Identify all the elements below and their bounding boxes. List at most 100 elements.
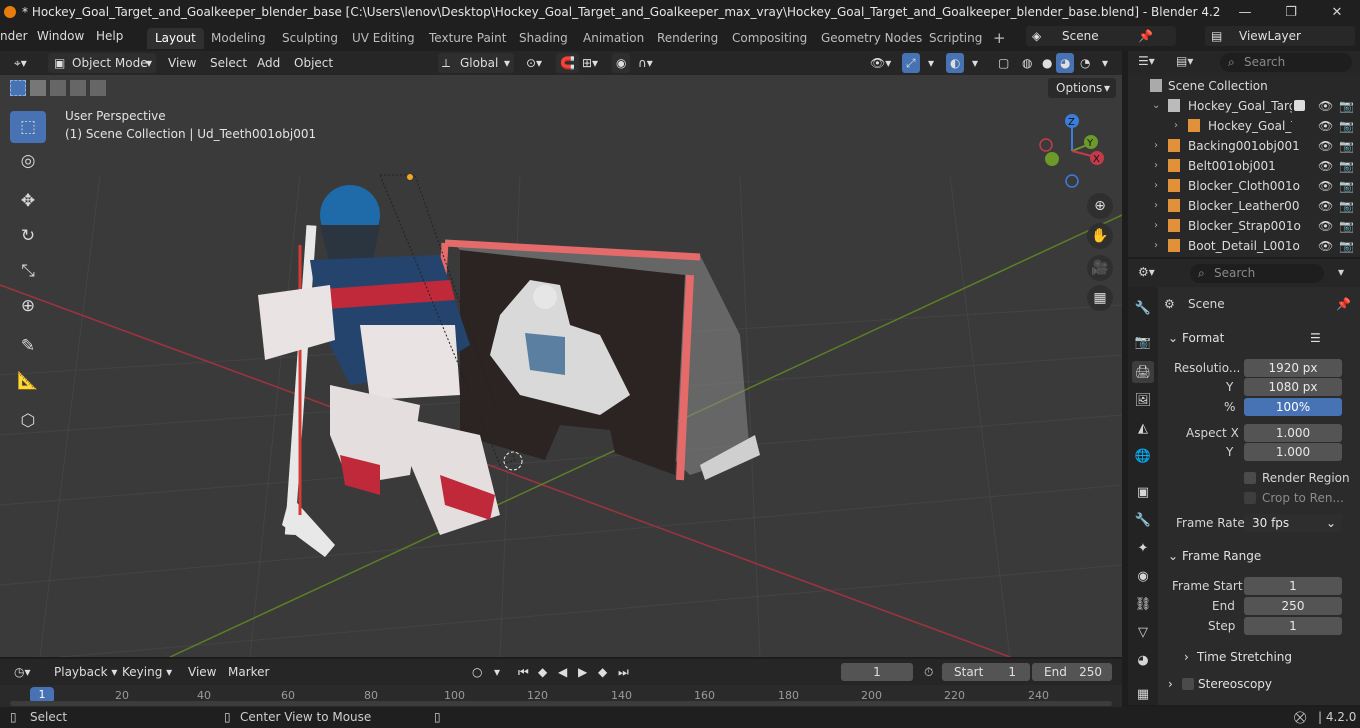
camera-icon[interactable]: 📷	[1339, 196, 1354, 216]
select-subtract-icon[interactable]	[50, 80, 66, 96]
visibility-icon[interactable]: 👁▾	[866, 53, 895, 73]
tab-modeling[interactable]: Modeling	[203, 28, 274, 49]
falloff-icon[interactable]: ∩▾	[634, 53, 657, 73]
chevron-right-icon[interactable]: ›	[1174, 116, 1178, 136]
outliner-row[interactable]: ⌄ Hockey_Goal_Targe 👁📷	[1128, 96, 1360, 116]
outliner-search[interactable]: ⌕ Search	[1220, 53, 1352, 72]
gizmo-dropdown-icon[interactable]: ▾	[924, 53, 938, 73]
record-icon[interactable]: ○	[468, 662, 486, 682]
xray-icon[interactable]: ▢	[994, 53, 1013, 73]
tab-animation[interactable]: Animation	[575, 28, 652, 49]
camera-icon[interactable]: 📷	[1339, 96, 1354, 116]
select-intersect-icon[interactable]	[90, 80, 106, 96]
ortho-toggle-button[interactable]: ▦	[1087, 285, 1113, 311]
tab-sculpting[interactable]: Sculpting	[274, 28, 346, 49]
eye-icon[interactable]: 👁	[1318, 236, 1333, 256]
current-frame-field[interactable]: 1	[841, 663, 913, 681]
mode-dropdown[interactable]: ▣ Object Mode ▾	[48, 53, 156, 73]
tab-uv-editing[interactable]: UV Editing	[344, 28, 423, 49]
pin-icon[interactable]: 📌	[1336, 297, 1351, 311]
eye-icon[interactable]: 👁	[1318, 216, 1333, 236]
pivot-icon[interactable]: ⊙▾	[522, 53, 546, 73]
camera-icon[interactable]: 📷	[1339, 216, 1354, 236]
proportional-edit-icon[interactable]: ◉	[612, 53, 631, 73]
render-region-checkbox[interactable]	[1244, 472, 1256, 484]
render-tab-icon[interactable]: 📷	[1132, 331, 1154, 353]
resolution-y-field[interactable]: 1080 px	[1244, 378, 1342, 396]
physics-tab-icon[interactable]: ◉	[1132, 565, 1154, 587]
close-button[interactable]: ✕	[1314, 0, 1360, 24]
object-menu[interactable]: Object	[290, 53, 337, 73]
chevron-right-icon[interactable]: ›	[1154, 176, 1158, 196]
playback-menu[interactable]: Playback ▾	[50, 662, 121, 682]
navigation-gizmo[interactable]: Z Y X	[1036, 111, 1116, 191]
menu-help[interactable]: Help	[96, 29, 123, 43]
camera-icon[interactable]: 📷	[1339, 116, 1354, 136]
end-frame-field[interactable]: End 250	[1032, 663, 1112, 681]
wireframe-shading-icon[interactable]: ◍	[1018, 53, 1036, 73]
display-mode-icon[interactable]: ▤▾	[1176, 54, 1193, 68]
view-menu[interactable]: View	[164, 53, 200, 73]
camera-icon[interactable]: 📷	[1339, 156, 1354, 176]
time-stretching-panel-header[interactable]: › Time Stretching	[1162, 645, 1352, 669]
play-icon[interactable]: ▶	[574, 662, 591, 682]
outliner-row[interactable]: › Boot_Detail_L001o 👁 📷	[1128, 236, 1360, 256]
world-tab-icon[interactable]: 🌐	[1132, 445, 1154, 467]
snap-target-icon[interactable]: ⊞▾	[578, 53, 602, 73]
cursor-tool[interactable]: ◎	[10, 145, 46, 177]
maximize-button[interactable]: ❐	[1268, 0, 1314, 24]
selection-mode-buttons[interactable]	[8, 80, 106, 98]
tab-rendering[interactable]: Rendering	[649, 28, 726, 49]
output-tab-icon[interactable]: 🖨	[1132, 361, 1154, 383]
keyframe-dropdown-icon[interactable]: ▾	[490, 662, 504, 682]
outliner-row[interactable]: › Blocker_Strap001o 👁 📷	[1128, 216, 1360, 236]
jump-start-icon[interactable]: ⏮	[514, 662, 533, 682]
add-workspace-button[interactable]: +	[985, 28, 1014, 49]
material-shading-icon[interactable]: ◕	[1056, 53, 1075, 73]
outliner-row[interactable]: › Backing001obj001 👁 📷	[1128, 136, 1360, 156]
minimize-button[interactable]: —	[1222, 0, 1268, 24]
chevron-right-icon[interactable]: ›	[1154, 136, 1158, 156]
measure-tool[interactable]: 📐	[10, 365, 46, 397]
constraints-tab-icon[interactable]: ⛓	[1132, 593, 1154, 615]
data-tab-icon[interactable]: ▽	[1132, 621, 1154, 643]
overlays-icon[interactable]: ◐	[946, 53, 965, 73]
scale-tool[interactable]: ⤡	[10, 255, 46, 287]
chevron-down-icon[interactable]: ▾	[1338, 265, 1344, 279]
move-tool[interactable]: ✥	[10, 185, 46, 217]
chevron-right-icon[interactable]: ›	[1154, 216, 1158, 236]
outliner-row[interactable]: › Blocker_Leather00 👁 📷	[1128, 196, 1360, 216]
3d-viewport[interactable]: ⬚ ◎ ✥ ↻ ⤡ ⊕ ✎ 📐 ⬡ User Perspective (1) S…	[0, 75, 1122, 657]
aspect-x-field[interactable]: 1.000	[1244, 424, 1342, 442]
tab-scripting[interactable]: Scripting	[921, 28, 990, 49]
texture-tab-icon[interactable]: ▦	[1132, 683, 1154, 705]
chevron-right-icon[interactable]: ›	[1154, 196, 1158, 216]
chevron-down-icon[interactable]: ⌄	[1152, 96, 1160, 116]
object-tab-icon[interactable]: ▣	[1132, 481, 1154, 503]
eye-icon[interactable]: 👁	[1318, 176, 1333, 196]
tab-compositing[interactable]: Compositing	[724, 28, 815, 49]
gizmo-toggle-icon[interactable]: ⤢	[902, 53, 920, 73]
annotate-tool[interactable]: ✎	[10, 330, 46, 362]
transform-tool[interactable]: ⊕	[10, 290, 46, 322]
timeline-view-menu[interactable]: View	[184, 662, 220, 682]
scene-selector[interactable]: ◈ Scene 📌	[1026, 26, 1176, 46]
frame-end-field[interactable]: 250	[1244, 597, 1342, 615]
camera-view-button[interactable]: 🎥	[1087, 255, 1113, 281]
properties-editor-icon[interactable]: ⚙▾	[1138, 265, 1155, 279]
view-layer-selector[interactable]: ▤ ViewLayer	[1205, 26, 1355, 46]
timeline-editor-icon[interactable]: ◷▾	[10, 662, 35, 682]
eye-icon[interactable]: 👁	[1318, 156, 1333, 176]
snap-icon[interactable]: 🧲	[556, 53, 579, 73]
stereoscopy-checkbox[interactable]	[1182, 678, 1194, 690]
outliner-row[interactable]: › Blocker_Cloth001o 👁 📷	[1128, 176, 1360, 196]
marker-menu[interactable]: Marker	[224, 662, 273, 682]
jump-end-icon[interactable]: ⏭	[614, 662, 633, 682]
eye-icon[interactable]: 👁	[1318, 116, 1333, 136]
pan-button[interactable]: ✋	[1087, 223, 1113, 249]
select-new-icon[interactable]	[10, 80, 26, 96]
tab-layout[interactable]: Layout	[147, 28, 204, 49]
camera-icon[interactable]: 📷	[1339, 236, 1354, 256]
overlays-dropdown-icon[interactable]: ▾	[968, 53, 982, 73]
menu-render[interactable]: nder	[0, 29, 28, 43]
